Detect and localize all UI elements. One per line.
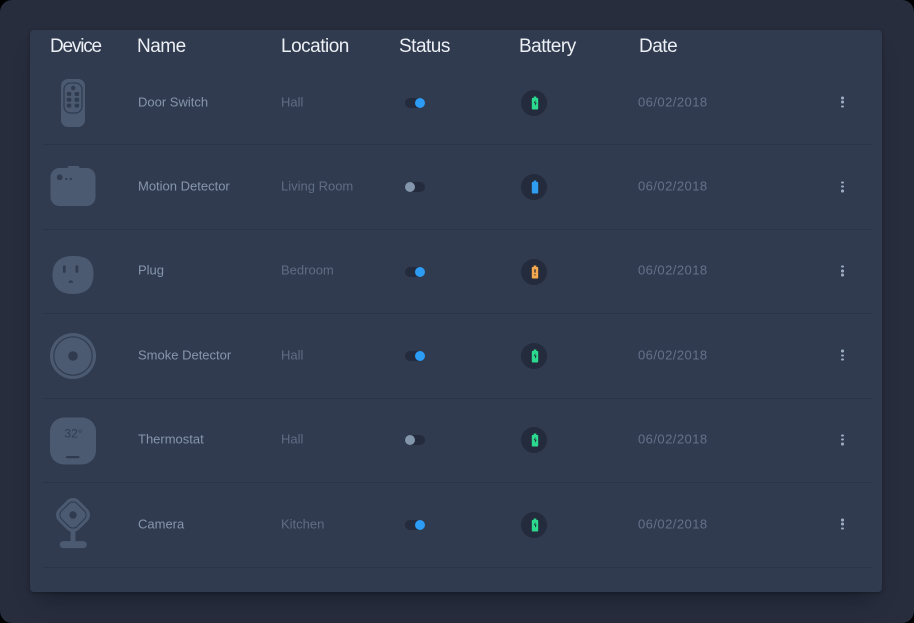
svg-text:32°: 32° xyxy=(64,426,82,440)
